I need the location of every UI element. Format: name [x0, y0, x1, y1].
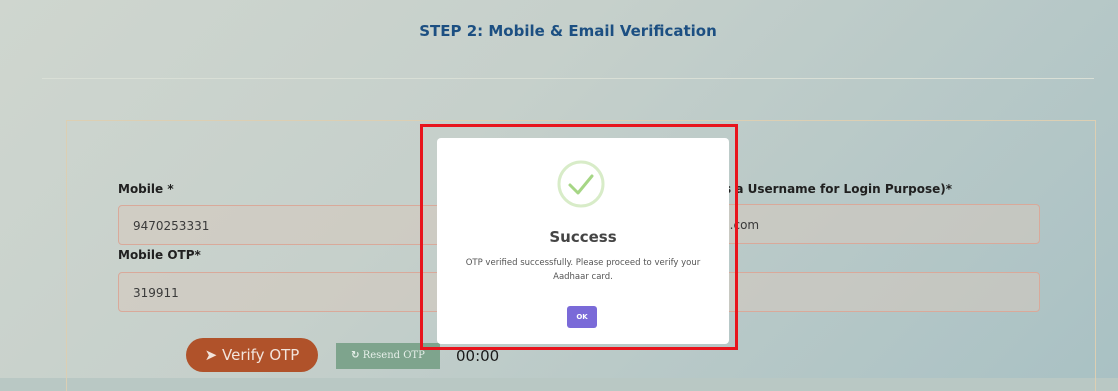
ok-button[interactable]: OK: [567, 306, 597, 328]
page-title: STEP 2: Mobile & Email Verification: [419, 22, 717, 40]
refresh-icon: ↻: [351, 350, 360, 361]
modal-title: Success: [549, 228, 617, 246]
modal-message: OTP verified successfully. Please procee…: [465, 258, 701, 282]
mobile-input[interactable]: 9470253331: [118, 205, 448, 245]
email-label: s a Username for Login Purpose)*: [724, 182, 953, 196]
success-modal: Success OTP verified successfully. Pleas…: [437, 138, 729, 344]
send-icon: ➤: [204, 346, 218, 364]
mobile-otp-label: Mobile OTP*: [118, 248, 201, 262]
verify-otp-label: Verify OTP: [222, 346, 300, 364]
step-header: STEP 2: Mobile & Email Verification: [42, 0, 1094, 79]
email-input[interactable]: il.com: [712, 204, 1040, 244]
resend-otp-label: Resend OTP: [362, 350, 425, 361]
mobile-label: Mobile *: [118, 182, 174, 196]
verify-otp-button[interactable]: ➤ Verify OTP: [186, 338, 318, 372]
check-circle-icon: [557, 160, 605, 208]
mobile-otp-input[interactable]: 319911: [118, 272, 448, 312]
email-otp-input[interactable]: [712, 272, 1040, 312]
